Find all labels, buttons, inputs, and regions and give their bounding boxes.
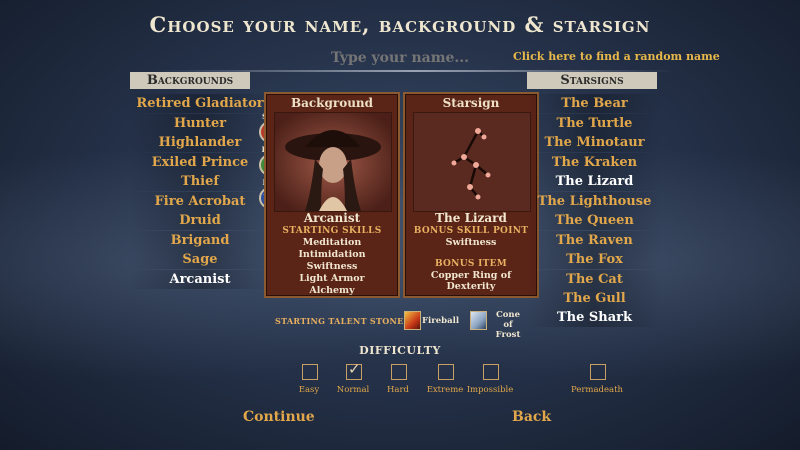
background-card-heading: Background: [290, 96, 374, 110]
starsign-name: The Lizard: [435, 211, 507, 225]
starsign-item-minotaur[interactable]: The Minotaur: [527, 133, 662, 152]
background-item-brigand[interactable]: Brigand: [130, 231, 270, 250]
cone-of-frost-line-1: Cone: [495, 310, 521, 320]
background-item-retired-gladiator[interactable]: Retired Gladiator: [130, 94, 270, 113]
bonus-item-heading: BONUS ITEM: [434, 259, 508, 269]
skill-item: Meditation: [302, 237, 362, 248]
permadeath-label: Permadeath: [571, 385, 623, 395]
fireball-label: Fireball: [422, 316, 460, 326]
starsign-card-heading: Starsign: [442, 96, 500, 110]
back-button[interactable]: Back: [512, 409, 551, 425]
lizard-constellation: [413, 112, 531, 212]
starting-skills-heading: STARTING SKILLS: [282, 226, 382, 236]
starsign-item-kraken[interactable]: The Kraken: [527, 153, 662, 172]
name-input[interactable]: [320, 48, 480, 68]
difficulty-hard-checkbox[interactable]: [391, 364, 407, 380]
starsign-item-gull[interactable]: The Gull: [527, 289, 662, 308]
background-item-sage[interactable]: Sage: [130, 250, 270, 269]
difficulty-extreme-checkbox[interactable]: [438, 364, 454, 380]
page-title: Choose your name, background & starsign: [149, 12, 651, 37]
starsign-item-bear[interactable]: The Bear: [527, 94, 662, 113]
starsign-item-fox[interactable]: The Fox: [527, 250, 662, 269]
starsign-item-lizard[interactable]: The Lizard: [527, 172, 662, 191]
background-card: Background Arcanist STARTING SKILLS Medi…: [264, 92, 400, 298]
starsigns-heading: Starsigns: [527, 72, 657, 89]
starsign-item-raven[interactable]: The Raven: [527, 231, 662, 250]
background-item-thief[interactable]: Thief: [130, 172, 270, 191]
background-item-druid[interactable]: Druid: [130, 211, 270, 230]
talent-stones-label: STARTING TALENT STONES:: [275, 316, 413, 326]
continue-button[interactable]: Continue: [243, 409, 315, 425]
background-name: Arcanist: [303, 211, 361, 225]
arcanist-portrait: [274, 112, 392, 212]
difficulty-easy-checkbox[interactable]: [302, 364, 318, 380]
starsign-item-shark[interactable]: The Shark: [527, 308, 662, 327]
background-item-exiled-prince[interactable]: Exiled Prince: [130, 153, 270, 172]
bonus-skill: Swiftness: [445, 237, 497, 248]
bonus-skill-heading: BONUS SKILL POINT: [413, 226, 529, 236]
starsign-item-cat[interactable]: The Cat: [527, 270, 662, 289]
starsign-item-lighthouse[interactable]: The Lighthouse: [527, 192, 662, 211]
skill-item: Intimidation: [298, 249, 366, 260]
arcanist-portrait-image: [275, 113, 391, 211]
difficulty-heading: DIFFICULTY: [359, 344, 441, 357]
frost-icon: [470, 311, 487, 330]
starsign-card: Starsign The Lizard BONUS SKILL POINT Sw…: [403, 92, 539, 298]
skill-item: Light Armor: [299, 273, 365, 284]
starsign-item-queen[interactable]: The Queen: [527, 211, 662, 230]
background-item-highlander[interactable]: Highlander: [130, 133, 270, 152]
skill-item: Swiftness: [306, 261, 358, 272]
background-item-fire-acrobat[interactable]: Fire Acrobat: [130, 192, 270, 211]
check-icon: ✓: [348, 360, 361, 378]
fireball-icon: [404, 311, 421, 330]
bonus-item: Copper Ring of Dexterity: [430, 270, 512, 292]
cone-of-frost-line-2: of Frost: [495, 320, 521, 340]
permadeath-checkbox[interactable]: [590, 364, 606, 380]
backgrounds-heading: Backgrounds: [130, 72, 250, 89]
random-name-link[interactable]: Click here to find a random name: [513, 50, 720, 63]
background-item-hunter[interactable]: Hunter: [130, 114, 270, 133]
difficulty-impossible-label: Impossible: [466, 385, 514, 395]
skill-item: Alchemy: [309, 285, 355, 296]
cone-of-frost-label: Cone of Frost: [490, 310, 526, 340]
difficulty-impossible-checkbox[interactable]: [483, 364, 499, 380]
lizard-constellation-icon: [414, 113, 530, 211]
difficulty-normal-checkbox[interactable]: ✓: [346, 360, 362, 380]
starsign-item-turtle[interactable]: The Turtle: [527, 114, 662, 133]
background-item-arcanist[interactable]: Arcanist: [130, 270, 270, 289]
